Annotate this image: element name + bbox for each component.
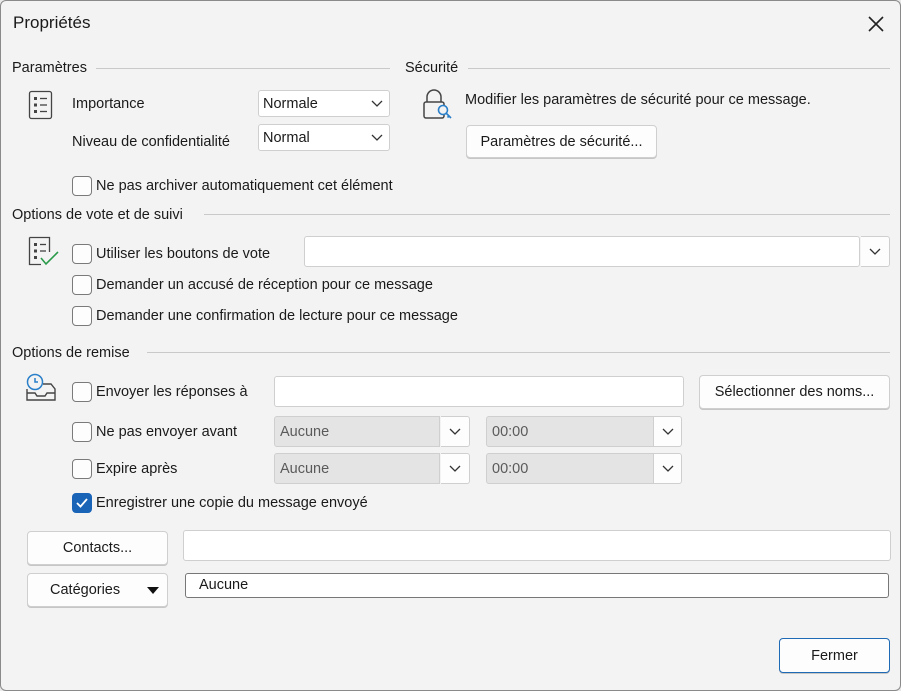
defer-time-field[interactable]: 00:00 <box>486 416 654 447</box>
reply-to-input[interactable] <box>274 376 684 407</box>
expires-date-dropdown[interactable] <box>441 453 470 484</box>
security-section-title: Sécurité <box>405 60 459 76</box>
chevron-down-icon <box>365 134 389 142</box>
defer-date-dropdown[interactable] <box>441 416 470 447</box>
clock-tray-icon <box>24 373 58 403</box>
contacts-input[interactable] <box>183 530 891 561</box>
caret-down-icon <box>147 587 159 594</box>
confidentiality-select[interactable]: Normal <box>258 124 390 151</box>
expires-time-field[interactable]: 00:00 <box>486 453 654 484</box>
defer-date-field[interactable]: Aucune <box>274 416 440 447</box>
reply-to-checkbox[interactable] <box>72 382 92 402</box>
chevron-down-icon <box>449 428 461 435</box>
chevron-down-icon <box>869 248 881 255</box>
chevron-down-icon <box>662 428 673 435</box>
chevron-down-icon <box>662 465 673 472</box>
close-icon <box>868 16 884 32</box>
use-voting-checkbox[interactable] <box>72 244 92 264</box>
settings-divider <box>96 68 390 69</box>
expires-checkbox[interactable] <box>72 459 92 479</box>
security-description: Modifier les paramètres de sécurité pour… <box>465 92 811 108</box>
confidentiality-label: Niveau de confidentialité <box>72 134 230 150</box>
importance-select[interactable]: Normale <box>258 90 390 117</box>
save-copy-checkbox[interactable] <box>72 493 92 513</box>
voting-buttons-input[interactable] <box>304 236 860 267</box>
settings-list-icon <box>28 90 54 120</box>
importance-label: Importance <box>72 96 145 112</box>
select-names-button[interactable]: Sélectionner des noms... <box>699 375 890 409</box>
expires-time-value: 00:00 <box>492 460 529 477</box>
dialog-title: Propriétés <box>13 13 91 32</box>
confidentiality-value: Normal <box>263 129 310 146</box>
expires-date-value: Aucune <box>280 460 330 477</box>
properties-dialog: Propriétés Paramètres Importance Normale… <box>0 0 901 691</box>
expires-time-dropdown[interactable] <box>654 453 682 484</box>
expires-label: Expire après <box>96 461 178 477</box>
save-copy-label: Enregistrer une copie du message envoyé <box>96 495 368 511</box>
read-receipt-checkbox[interactable] <box>72 306 92 326</box>
chevron-down-icon <box>449 465 461 472</box>
voting-section-title: Options de vote et de suivi <box>12 207 183 223</box>
defer-label: Ne pas envoyer avant <box>96 424 238 440</box>
delivery-receipt-label: Demander un accusé de réception pour ce … <box>96 277 433 293</box>
close-button[interactable] <box>863 11 889 37</box>
categories-label: Catégories <box>50 582 121 598</box>
settings-section-title: Paramètres <box>12 60 87 76</box>
defer-time-value: 00:00 <box>492 423 529 440</box>
security-divider <box>468 68 890 69</box>
defer-date-value: Aucune <box>280 423 330 440</box>
read-receipt-label: Demander une confirmation de lecture pou… <box>96 308 458 324</box>
voting-divider <box>204 214 890 215</box>
delivery-section-title: Options de remise <box>12 345 130 361</box>
contacts-button[interactable]: Contacts... <box>27 531 168 565</box>
categories-button[interactable]: Catégories <box>27 573 168 607</box>
expires-date-field[interactable]: Aucune <box>274 453 440 484</box>
voting-dropdown-button[interactable] <box>861 236 890 267</box>
chevron-down-icon <box>365 100 389 108</box>
delivery-receipt-checkbox[interactable] <box>72 275 92 295</box>
use-voting-label: Utiliser les boutons de vote <box>96 246 271 262</box>
defer-checkbox[interactable] <box>72 422 92 442</box>
categories-input[interactable]: Aucune <box>185 573 889 598</box>
reply-to-label: Envoyer les réponses à <box>96 384 248 400</box>
delivery-divider <box>147 352 890 353</box>
defer-time-dropdown[interactable] <box>654 416 682 447</box>
checkmark-icon <box>76 498 88 508</box>
security-settings-button[interactable]: Paramètres de sécurité... <box>466 125 657 158</box>
vote-checklist-icon <box>28 236 60 268</box>
no-autoarchive-label: Ne pas archiver automatiquement cet élém… <box>96 178 393 194</box>
importance-value: Normale <box>263 95 318 112</box>
lock-key-icon <box>421 88 453 122</box>
close-dialog-button[interactable]: Fermer <box>779 638 890 673</box>
no-autoarchive-checkbox[interactable] <box>72 176 92 196</box>
